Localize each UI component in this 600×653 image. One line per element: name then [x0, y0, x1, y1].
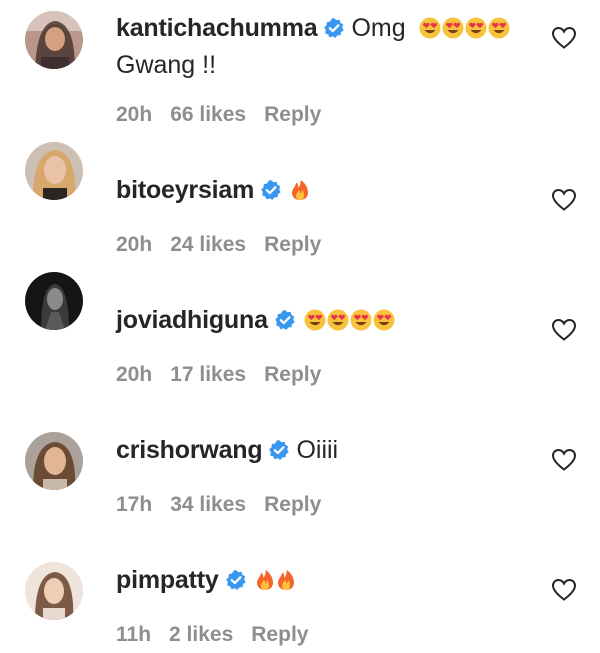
comment-meta: 17h 34 likes Reply	[116, 493, 339, 517]
username[interactable]: bitoeyrsiam	[116, 176, 254, 204]
heart-outline-icon[interactable]	[551, 318, 577, 342]
comment-meta: 20h 24 likes Reply	[116, 233, 339, 257]
comment-meta: 20h 66 likes Reply	[116, 103, 339, 127]
verified-badge-icon	[225, 566, 247, 600]
comment-content: kantichachumma Omg Gwang !!	[116, 11, 536, 82]
likes-count[interactable]: 17 likes	[170, 363, 246, 386]
verified-badge-icon	[260, 176, 282, 210]
comment-text: Omg	[351, 14, 406, 42]
username[interactable]: kantichachumma	[116, 14, 318, 42]
likes-count[interactable]: 66 likes	[170, 103, 246, 126]
avatar[interactable]	[25, 562, 83, 620]
heart-eyes-emoji	[350, 306, 372, 340]
comment-item: bitoeyrsiam 20h 24 likes Reply	[0, 130, 600, 260]
verified-badge-icon	[323, 14, 345, 48]
comment-item: joviadhiguna 20h 17 likes Reply	[0, 260, 600, 390]
comment-item: kantichachumma Omg Gwang !! 20h 66 likes Re…	[0, 0, 600, 130]
fire-emoji	[276, 566, 296, 600]
timestamp[interactable]: 20h	[116, 233, 152, 256]
comment-item: pimpatty 11h 2 likes Reply	[0, 520, 600, 650]
heart-eyes-emoji	[304, 306, 326, 340]
comment-content: bitoeyrsiam	[116, 173, 536, 210]
heart-eyes-emoji	[488, 14, 510, 48]
comment-item: crishorwang Oiiii 17h 34 likes Reply	[0, 390, 600, 520]
verified-badge-icon	[268, 436, 290, 470]
heart-eyes-emoji	[442, 14, 464, 48]
timestamp[interactable]: 11h	[116, 623, 151, 646]
heart-eyes-emoji	[327, 306, 349, 340]
heart-outline-icon[interactable]	[551, 578, 577, 602]
reply-button[interactable]: Reply	[251, 623, 308, 646]
reply-button[interactable]: Reply	[264, 233, 321, 256]
fire-emoji	[290, 176, 310, 210]
timestamp[interactable]: 17h	[116, 493, 152, 516]
verified-badge-icon	[274, 306, 296, 340]
heart-eyes-emoji	[465, 14, 487, 48]
comment-content: joviadhiguna	[116, 303, 536, 340]
comment-text-continued: Gwang !!	[116, 51, 217, 79]
timestamp[interactable]: 20h	[116, 103, 152, 126]
comment-meta: 11h 2 likes Reply	[116, 623, 326, 647]
username[interactable]: crishorwang	[116, 436, 263, 464]
comment-content: pimpatty	[116, 563, 536, 600]
comment-content: crishorwang Oiiii	[116, 433, 536, 470]
avatar[interactable]	[25, 142, 83, 200]
username[interactable]: joviadhiguna	[116, 306, 268, 334]
comment-meta: 20h 17 likes Reply	[116, 363, 339, 387]
comment-text: Oiiii	[296, 436, 339, 464]
avatar[interactable]	[25, 432, 83, 490]
likes-count[interactable]: 34 likes	[170, 493, 246, 516]
reply-button[interactable]: Reply	[264, 493, 321, 516]
avatar[interactable]	[25, 11, 83, 69]
reply-button[interactable]: Reply	[264, 363, 321, 386]
heart-eyes-emoji	[419, 14, 441, 48]
username[interactable]: pimpatty	[116, 566, 219, 594]
heart-outline-icon[interactable]	[551, 26, 577, 50]
timestamp[interactable]: 20h	[116, 363, 152, 386]
likes-count[interactable]: 2 likes	[169, 623, 233, 646]
likes-count[interactable]: 24 likes	[170, 233, 246, 256]
heart-outline-icon[interactable]	[551, 448, 577, 472]
reply-button[interactable]: Reply	[264, 103, 321, 126]
heart-eyes-emoji	[373, 306, 395, 340]
heart-outline-icon[interactable]	[551, 188, 577, 212]
avatar[interactable]	[25, 272, 83, 330]
fire-emoji	[255, 566, 275, 600]
